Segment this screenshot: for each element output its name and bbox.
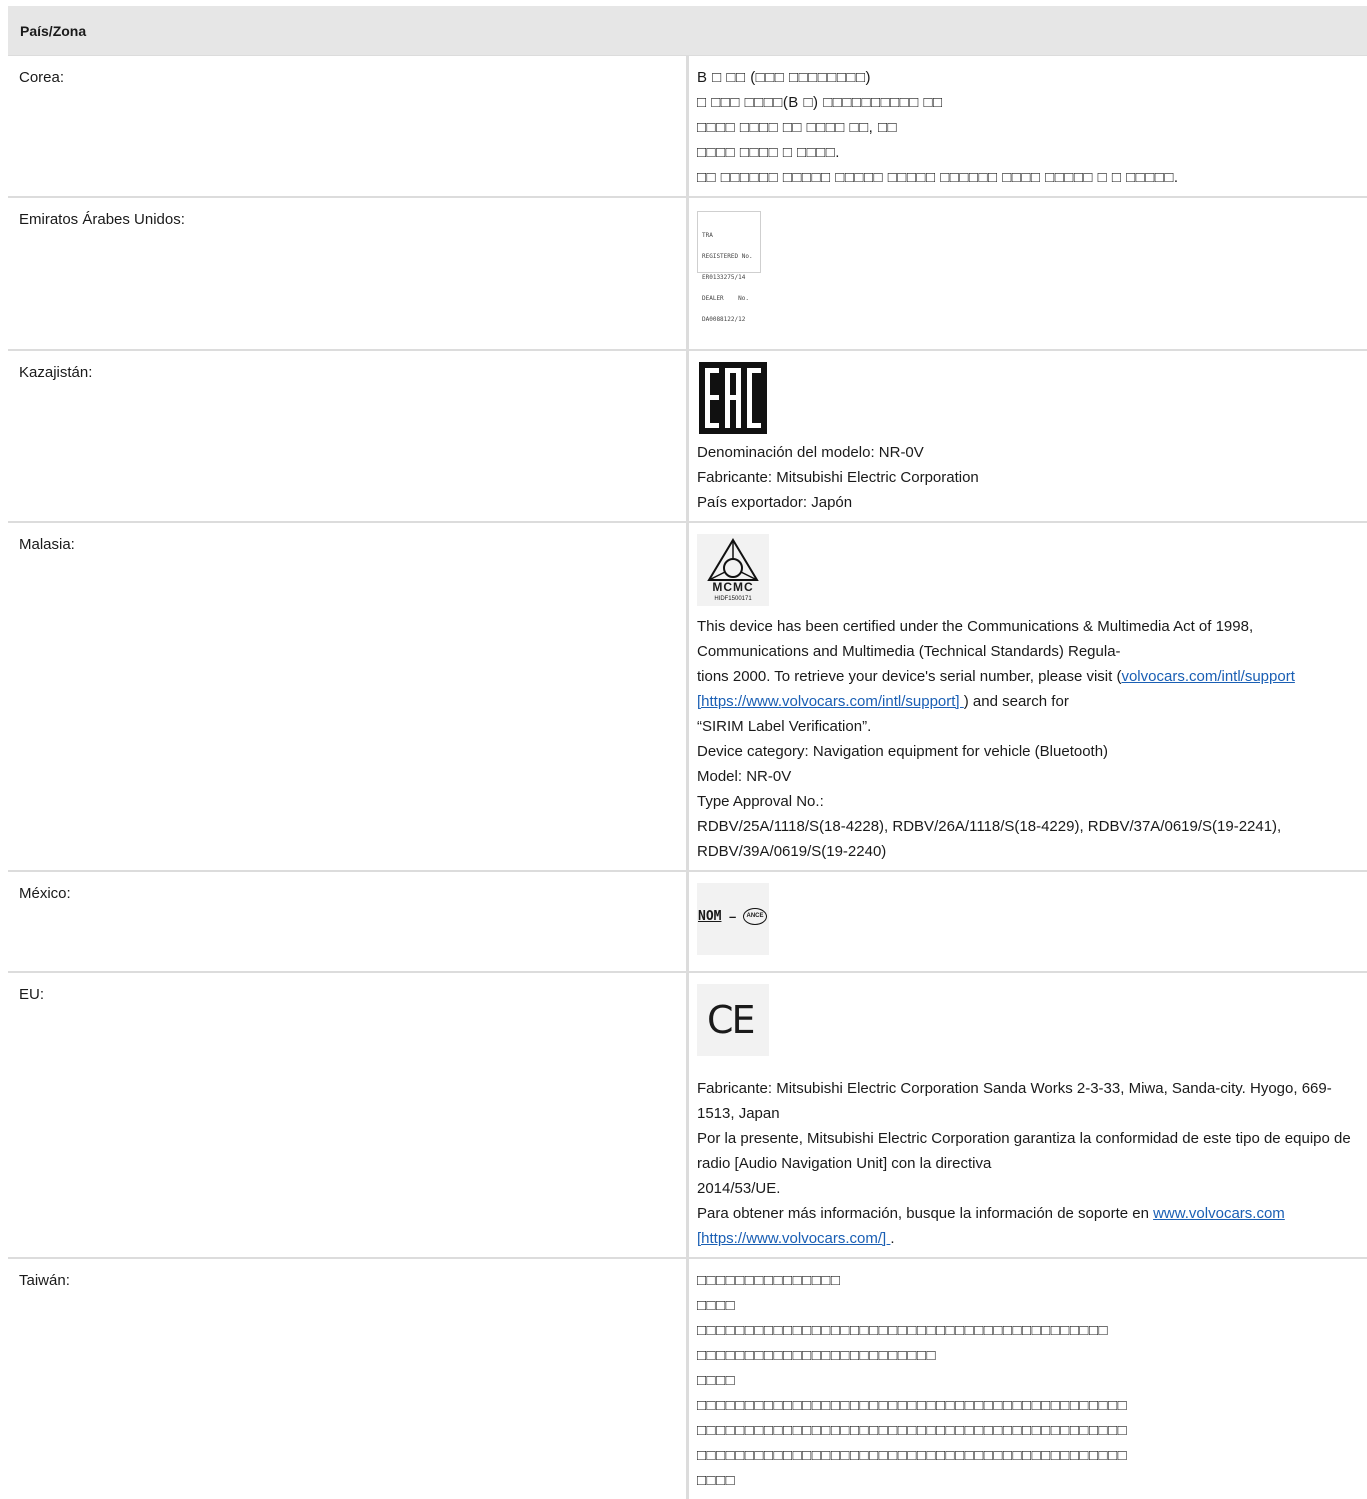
certification-text: “SIRIM Label Verification”. (697, 714, 1359, 739)
type-approval-label: Type Approval No.: (697, 789, 1359, 814)
model-name: Denominación del modelo: NR-0V (697, 440, 1359, 465)
taiwan-line: □□□□□□□□□□□□□□□□□□□□□□□□□□□□□□□□□□□□□□□□… (697, 1318, 1359, 1343)
type-approval-numbers: RDBV/25A/1118/S(18-4228), RDBV/26A/1118/… (697, 814, 1359, 864)
regulatory-table: País/Zona Corea: B □ □□ (□□□ □□□□□□□□) □… (8, 6, 1367, 1499)
content-cell: TRA REGISTERED No. ER0133275/14 DEALER N… (688, 197, 1367, 350)
certification-text: This device has been certified under the… (697, 614, 1359, 664)
taiwan-line: □□□□□□□□□□□□□□□□□□□□□□□□□□□□□□□□□□□□□□□□… (697, 1418, 1359, 1443)
table-header: País/Zona (8, 6, 1367, 56)
manufacturer: Fabricante: Mitsubishi Electric Corporat… (697, 465, 1359, 490)
more-info-text: Para obtener más información, busque la … (697, 1201, 1359, 1251)
taiwan-line: □□□□□□□□□□□□□□□□□□□□□□□□□□□□□□□□□□□□□□□□… (697, 1393, 1359, 1418)
table-row: Kazajistán: (8, 350, 1367, 522)
table-row: México: NOM – ANCE (8, 871, 1367, 972)
korea-line: □ □□□ □□□□(B □) □□□□□□□□□□ □□ (697, 90, 1359, 115)
korea-line: B □ □□ (□□□ □□□□□□□□) (697, 65, 1359, 90)
tra-label-line: ER0133275/14 (702, 274, 756, 281)
table-header-row: País/Zona (8, 6, 1367, 56)
taiwan-line: □□□□ (697, 1468, 1359, 1493)
country-cell: Emiratos Árabes Unidos: (8, 197, 688, 350)
country-cell: Malasia: (8, 522, 688, 871)
content-cell: □□□□□□□□□□□□□□□ □□□□ □□□□□□□□□□□□□□□□□□□… (688, 1258, 1367, 1499)
korea-line: □□□□ □□□□ □□ □□□□ □□, □□ (697, 115, 1359, 140)
declaration-text: Por la presente, Mitsubishi Electric Cor… (697, 1126, 1359, 1176)
device-category: Device category: Navigation equipment fo… (697, 739, 1359, 764)
nom-logo-text: NOM (698, 909, 721, 925)
regulatory-page: País/Zona Corea: B □ □□ (□□□ □□□□□□□□) □… (8, 6, 1367, 1499)
content-cell: MCMC HIDF1500171 This device has been ce… (688, 522, 1367, 871)
taiwan-line: □□□□ (697, 1293, 1359, 1318)
model-name: Model: NR-0V (697, 764, 1359, 789)
eac-logo (697, 362, 769, 434)
manufacturer: Fabricante: Mitsubishi Electric Corporat… (697, 1076, 1359, 1126)
country-cell: EU: (8, 972, 688, 1258)
taiwan-line: □□□□□□□□□□□□□□□□□□□□□□□□□ (697, 1343, 1359, 1368)
tra-label-image: TRA REGISTERED No. ER0133275/14 DEALER N… (697, 211, 761, 273)
mcmc-logo-code: HIDF1500171 (699, 595, 767, 603)
tra-label-line: DEALER No. (702, 295, 756, 302)
korea-line: □□ □□□□□□ □□□□□ □□□□□ □□□□□ □□□□□□ □□□□ … (697, 165, 1359, 190)
tra-label-line: TRA (702, 232, 756, 239)
country-cell: Taiwán: (8, 1258, 688, 1499)
content-cell: B □ □□ (□□□ □□□□□□□□) □ □□□ □□□□(B □) □□… (688, 56, 1367, 198)
table-row: Corea: B □ □□ (□□□ □□□□□□□□) □ □□□ □□□□(… (8, 56, 1367, 198)
country-cell: México: (8, 871, 688, 972)
country-cell: Kazajistán: (8, 350, 688, 522)
content-cell: CE Fabricante: Mitsubishi Electric Corpo… (688, 972, 1367, 1258)
taiwan-line: □□□□□□□□□□□□□□□□□□□□□□□□□□□□□□□□□□□□□□□□… (697, 1443, 1359, 1468)
tra-label-line: DA0088122/12 (702, 316, 756, 323)
tra-label-line: REGISTERED No. (702, 253, 756, 260)
mcmc-logo-text: MCMC (699, 581, 767, 594)
content-cell: NOM – ANCE (688, 871, 1367, 972)
table-row: Malasia: MCMC HIDF1500171 This device ha… (8, 522, 1367, 871)
taiwan-line: □□□□□□□□□□□□□□□ (697, 1268, 1359, 1293)
declaration-text: 2014/53/UE. (697, 1176, 1359, 1201)
taiwan-line: □□□□ (697, 1368, 1359, 1393)
ce-logo: CE (697, 984, 769, 1056)
table-row: Taiwán: □□□□□□□□□□□□□□□ □□□□ □□□□□□□□□□□… (8, 1258, 1367, 1499)
korea-line: □□□□ □□□□ □ □□□□. (697, 140, 1359, 165)
country-cell: Corea: (8, 56, 688, 198)
nom-logo-dash: – (729, 909, 736, 925)
content-cell: Denominación del modelo: NR-0V Fabricant… (688, 350, 1367, 522)
table-row: EU: CE Fabricante: Mitsubishi Electric C… (8, 972, 1367, 1258)
export-country: País exportador: Japón (697, 490, 1359, 515)
ance-logo-text: ANCE (743, 912, 767, 921)
table-row: Emiratos Árabes Unidos: TRA REGISTERED N… (8, 197, 1367, 350)
nom-ance-logo: NOM – ANCE (697, 883, 769, 955)
mcmc-logo: MCMC HIDF1500171 (697, 534, 769, 606)
certification-text: tions 2000. To retrieve your device's se… (697, 664, 1359, 714)
